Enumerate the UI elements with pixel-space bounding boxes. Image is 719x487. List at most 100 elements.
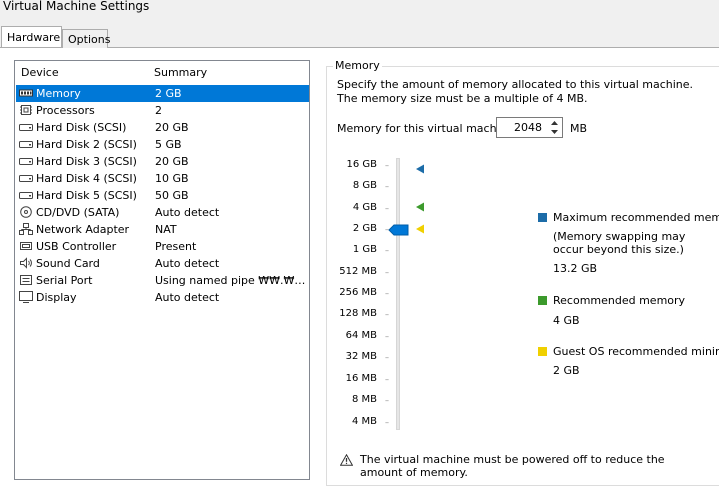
device-summary: 20 GB xyxy=(155,121,189,134)
memory-unit: MB xyxy=(570,122,588,135)
device-row-hard-disk-2[interactable]: Hard Disk 2 (SCSI) 5 GB xyxy=(16,136,309,153)
device-summary: 20 GB xyxy=(155,155,189,168)
device-summary: Auto detect xyxy=(155,257,220,270)
recommended-marker-icon xyxy=(416,202,424,212)
sound-icon xyxy=(20,257,32,269)
slider-tick-label: 256 MB xyxy=(339,287,377,298)
device-row-cd-dvd[interactable]: CD/DVD (SATA) Auto detect xyxy=(16,204,309,221)
memory-slider-thumb[interactable] xyxy=(388,224,410,236)
slider-tick-label: 32 MB xyxy=(345,351,377,362)
legend-guest-min-label: Guest OS recommended minimum xyxy=(553,345,719,358)
spin-up-icon[interactable] xyxy=(549,119,560,127)
window-title: Virtual Machine Settings xyxy=(3,0,150,13)
column-summary[interactable]: Summary xyxy=(154,66,207,79)
device-name: Hard Disk 5 (SCSI) xyxy=(36,189,137,202)
device-name: Hard Disk 2 (SCSI) xyxy=(36,138,137,151)
device-row-hard-disk-4[interactable]: Hard Disk 4 (SCSI) 10 GB xyxy=(16,170,309,187)
memory-slider-track[interactable] xyxy=(396,158,400,430)
slider-tick-mark: – xyxy=(385,161,389,170)
hard-disk-icon xyxy=(19,192,33,199)
network-adapter-icon xyxy=(19,223,33,235)
device-row-hard-disk-5[interactable]: Hard Disk 5 (SCSI) 50 GB xyxy=(16,187,309,204)
device-name: Serial Port xyxy=(36,274,93,287)
device-name: Hard Disk 3 (SCSI) xyxy=(36,155,137,168)
slider-tick-mark: – xyxy=(385,396,389,405)
memory-value[interactable]: 2048 xyxy=(514,121,542,134)
guest-minimum-marker-icon xyxy=(416,224,424,234)
cd-dvd-icon xyxy=(20,206,32,218)
device-summary: 10 GB xyxy=(155,172,189,185)
slider-tick-label: 16 GB xyxy=(346,159,377,170)
slider-tick-label: 512 MB xyxy=(339,266,377,277)
device-row-network-adapter[interactable]: Network Adapter NAT xyxy=(16,221,309,238)
device-summary: 2 GB xyxy=(155,87,182,100)
max-recommended-marker-icon xyxy=(416,164,424,174)
legend-swatch-guest-min xyxy=(538,347,547,356)
slider-tick-mark: – xyxy=(385,289,389,298)
device-list-header: Device Summary xyxy=(15,61,309,83)
memory-group-title: Memory xyxy=(333,59,382,72)
legend-recommended-label: Recommended memory xyxy=(553,294,686,307)
device-row-serial-port[interactable]: Serial Port Using named pipe ₩₩.₩pipe... xyxy=(16,272,309,289)
device-summary: NAT xyxy=(155,223,177,236)
memory-description: Specify the amount of memory allocated t… xyxy=(337,78,694,105)
serial-port-icon xyxy=(20,275,32,285)
device-row-usb-controller[interactable]: USB Controller Present xyxy=(16,238,309,255)
device-row-hard-disk-3[interactable]: Hard Disk 3 (SCSI) 20 GB xyxy=(16,153,309,170)
memory-spinbox[interactable]: 2048 xyxy=(496,117,563,138)
device-summary: Using named pipe ₩₩.₩pipe... xyxy=(155,274,307,287)
column-device[interactable]: Device xyxy=(21,66,59,79)
device-summary: 2 xyxy=(155,104,162,117)
legend-guest-min-value: 2 GB xyxy=(553,364,580,377)
legend-max-value: 13.2 GB xyxy=(553,262,598,275)
device-row-sound-card[interactable]: Sound Card Auto detect xyxy=(16,255,309,272)
spin-down-icon[interactable] xyxy=(549,128,560,136)
slider-tick-label: 1 GB xyxy=(352,244,377,255)
slider-tick-mark: – xyxy=(385,268,389,277)
title-bar: Virtual Machine Settings xyxy=(0,0,719,20)
hard-disk-icon xyxy=(19,124,33,131)
device-row-display[interactable]: Display Auto detect xyxy=(16,289,309,306)
device-list[interactable]: Device Summary Memory 2 GB Processors 2 … xyxy=(14,60,310,480)
warning-icon xyxy=(340,454,353,466)
tab-options[interactable]: Options xyxy=(62,29,110,48)
device-name: Hard Disk 4 (SCSI) xyxy=(36,172,137,185)
device-row-processors[interactable]: Processors 2 xyxy=(16,102,309,119)
device-summary: Present xyxy=(155,240,197,253)
slider-tick-label: 128 MB xyxy=(339,308,377,319)
device-name: Sound Card xyxy=(36,257,100,270)
hard-disk-icon xyxy=(19,175,33,182)
memory-icon xyxy=(19,89,33,97)
processor-icon xyxy=(20,105,32,115)
device-name: Memory xyxy=(36,87,81,100)
slider-tick-mark: – xyxy=(385,204,389,213)
slider-tick-label: 8 MB xyxy=(351,394,377,405)
display-icon xyxy=(19,291,33,303)
device-name: Hard Disk (SCSI) xyxy=(36,121,127,134)
memory-field-label: Memory for this virtual machine: xyxy=(337,122,518,135)
slider-tick-mark: – xyxy=(385,353,389,362)
legend-max-note: (Memory swapping may occur beyond this s… xyxy=(553,230,686,256)
device-summary: Auto detect xyxy=(155,206,220,219)
legend-max-label: Maximum recommended memory xyxy=(553,211,719,224)
slider-tick-mark: – xyxy=(385,418,389,427)
slider-tick-label: 4 MB xyxy=(351,416,377,427)
slider-tick-mark: – xyxy=(385,246,389,255)
slider-tick-mark: – xyxy=(385,310,389,319)
slider-tick-label: 4 GB xyxy=(352,202,377,213)
device-name: USB Controller xyxy=(36,240,117,253)
tab-hardware[interactable]: Hardware xyxy=(1,26,62,47)
device-summary: 50 GB xyxy=(155,189,189,202)
device-row-hard-disk-1[interactable]: Hard Disk (SCSI) 20 GB xyxy=(16,119,309,136)
device-row-memory[interactable]: Memory 2 GB xyxy=(16,85,309,102)
slider-tick-mark: – xyxy=(385,375,389,384)
legend-recommended-value: 4 GB xyxy=(553,314,580,327)
device-name: CD/DVD (SATA) xyxy=(36,206,120,219)
usb-icon xyxy=(20,242,32,250)
legend-swatch-recommended xyxy=(538,296,547,305)
slider-tick-label: 16 MB xyxy=(345,373,377,384)
slider-tick-mark: – xyxy=(385,182,389,191)
device-summary: 5 GB xyxy=(155,138,182,151)
device-name: Display xyxy=(36,291,77,304)
hard-disk-icon xyxy=(19,158,33,165)
